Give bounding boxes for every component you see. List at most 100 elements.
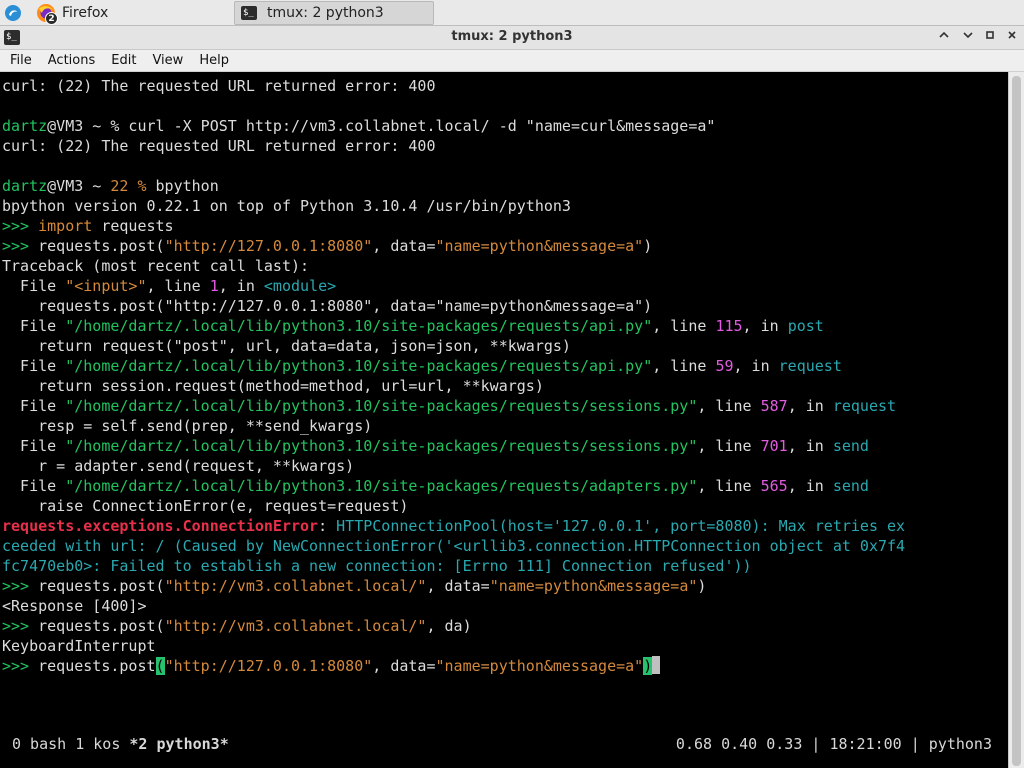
terminal-text: <module>: [263, 277, 337, 295]
terminal-text: "http://vm3.collabnet.local/": [164, 617, 427, 635]
terminal-text: 587: [760, 397, 788, 415]
terminal-line: >>> import requests: [2, 216, 905, 236]
taskbar: 2 Firefox $_ tmux: 2 python3: [0, 0, 1024, 26]
terminal-line: requests.post("http://127.0.0.1:8080", d…: [2, 296, 905, 316]
keep-above-button[interactable]: [934, 28, 954, 48]
terminal-line: File "/home/dartz/.local/lib/python3.10/…: [2, 316, 905, 336]
terminal-text: send: [832, 477, 869, 495]
terminal-line: <Response [400]>: [2, 596, 905, 616]
taskbar-task-firefox[interactable]: 2 Firefox: [32, 1, 232, 25]
terminal-text: , in: [787, 437, 833, 455]
menu-edit[interactable]: Edit: [103, 50, 144, 72]
window-title: tmux: 2 python3: [451, 29, 573, 44]
terminal-text: requests.post: [38, 657, 156, 675]
terminal-text: , in: [787, 477, 833, 495]
menu-file[interactable]: File: [2, 50, 40, 72]
terminal-line: curl: (22) The requested URL returned er…: [2, 136, 905, 156]
terminal-text: 22 %: [110, 177, 147, 195]
terminal-text: >>>: [2, 657, 39, 675]
terminal-line: KeyboardInterrupt: [2, 636, 905, 656]
terminal-line: return session.request(method=method, ur…: [2, 376, 905, 396]
terminal-text: File: [2, 477, 66, 495]
terminal-text: "name=python&message=a": [489, 577, 698, 595]
terminal-text: post: [787, 317, 824, 335]
terminal-text: <Response [400]>: [2, 597, 147, 615]
terminal-line: File "/home/dartz/.local/lib/python3.10/…: [2, 396, 905, 416]
maximize-button[interactable]: [980, 28, 1000, 48]
terminal-text: (: [155, 657, 165, 675]
window-count-badge: 2: [45, 12, 58, 25]
terminal-line: r = adapter.send(request, **kwargs): [2, 456, 905, 476]
close-icon: [1008, 31, 1016, 39]
terminal-text: , data=: [426, 577, 490, 595]
terminal-text: fc7470eb0>: Failed to establish a new co…: [2, 557, 752, 575]
terminal-text: , line: [652, 317, 716, 335]
terminal-text: ): [643, 657, 653, 675]
terminal-text: File: [2, 397, 66, 415]
terminal-text: >>>: [2, 237, 39, 255]
terminal-text: send: [832, 437, 869, 455]
terminal-line: bpython version 0.22.1 on top of Python …: [2, 196, 905, 216]
minimize-button[interactable]: [958, 28, 978, 48]
terminal-text: , line: [697, 397, 761, 415]
terminal-text: "http://vm3.collabnet.local/": [164, 577, 427, 595]
terminal-text: bpython: [146, 177, 219, 195]
scrollbar-thumb[interactable]: [1012, 76, 1021, 766]
terminal-text: :: [318, 517, 337, 535]
tmux-inactive-windows[interactable]: 0 bash 1 kos: [12, 735, 129, 753]
terminal-text: , da): [426, 617, 472, 635]
menu-actions[interactable]: Actions: [40, 50, 104, 72]
terminal-text: import: [38, 217, 93, 235]
terminal-text: request: [778, 357, 842, 375]
terminal-line: raise ConnectionError(e, request=request…: [2, 496, 905, 516]
terminal-text: "http://127.0.0.1:8080": [164, 657, 373, 675]
terminal-text: dartz: [2, 177, 48, 195]
terminal-text: requests.post("http://127.0.0.1:8080", d…: [2, 297, 653, 315]
terminal-line: File "/home/dartz/.local/lib/python3.10/…: [2, 356, 905, 376]
terminal-text: "/home/dartz/.local/lib/python3.10/site-…: [65, 357, 653, 375]
terminal-text: requests.exceptions.ConnectionError: [2, 517, 319, 535]
terminal-line: requests.exceptions.ConnectionError: HTT…: [2, 516, 905, 536]
terminal-text: 701: [760, 437, 788, 455]
terminal-line: >>> requests.post("http://127.0.0.1:8080…: [2, 236, 905, 256]
terminal-text: dartz: [2, 117, 48, 135]
terminal-text: @VM3 ~: [47, 177, 111, 195]
terminal-line: Traceback (most recent call last):: [2, 256, 905, 276]
terminal-text: ): [643, 237, 653, 255]
taskbar-task-label: Firefox: [62, 5, 109, 21]
tmux-status-right: 0.68 0.40 0.33 | 18:21:00 | python3: [675, 735, 992, 753]
terminal-line: File "/home/dartz/.local/lib/python3.10/…: [2, 436, 905, 456]
terminal-text: >>>: [2, 617, 39, 635]
terminal-text: r = adapter.send(request, **kwargs): [2, 457, 355, 475]
terminal-line: File "/home/dartz/.local/lib/python3.10/…: [2, 476, 905, 496]
terminal-text: raise ConnectionError(e, request=request…: [2, 497, 409, 515]
terminal-text: requests: [92, 217, 174, 235]
window-titlebar[interactable]: $_ tmux: 2 python3: [0, 26, 1024, 50]
terminal-output[interactable]: curl: (22) The requested URL returned er…: [0, 72, 1008, 768]
terminal-text: bpython version 0.22.1 on top of Python …: [2, 197, 571, 215]
terminal-text: , line: [146, 277, 210, 295]
taskbar-task-label: tmux: 2 python3: [267, 5, 384, 21]
close-button[interactable]: [1002, 28, 1022, 48]
terminal-text: "http://127.0.0.1:8080": [164, 237, 373, 255]
terminal-text: return session.request(method=method, ur…: [2, 377, 544, 395]
terminal-text: , in: [787, 397, 833, 415]
terminal-text: File: [2, 277, 66, 295]
terminal-text: 565: [760, 477, 788, 495]
terminal-text: return request("post", url, data=data, j…: [2, 337, 571, 355]
menu-bar: File Actions Edit View Help: [0, 50, 1024, 72]
terminal-line: File "<input>", line 1, in <module>: [2, 276, 905, 296]
tmux-window-list: 0 bash 1 kos *2 python3*: [12, 735, 229, 753]
terminal-line: fc7470eb0>: Failed to establish a new co…: [2, 556, 905, 576]
menu-help[interactable]: Help: [191, 50, 237, 72]
terminal-text: File: [2, 357, 66, 375]
app-launcher-icon[interactable]: [4, 4, 22, 22]
terminal-scrollbar[interactable]: [1008, 72, 1024, 768]
tmux-active-window[interactable]: *2 python3*: [129, 735, 228, 753]
menu-view[interactable]: View: [144, 50, 191, 72]
taskbar-task-tmux[interactable]: $_ tmux: 2 python3: [234, 1, 434, 25]
terminal-text: 115: [715, 317, 743, 335]
terminal-text: @VM3 ~ % curl -X POST http://vm3.collabn…: [47, 117, 716, 135]
tmux-status-bar: 0 bash 1 kos *2 python3* 0.68 0.40 0.33 …: [0, 732, 1008, 758]
